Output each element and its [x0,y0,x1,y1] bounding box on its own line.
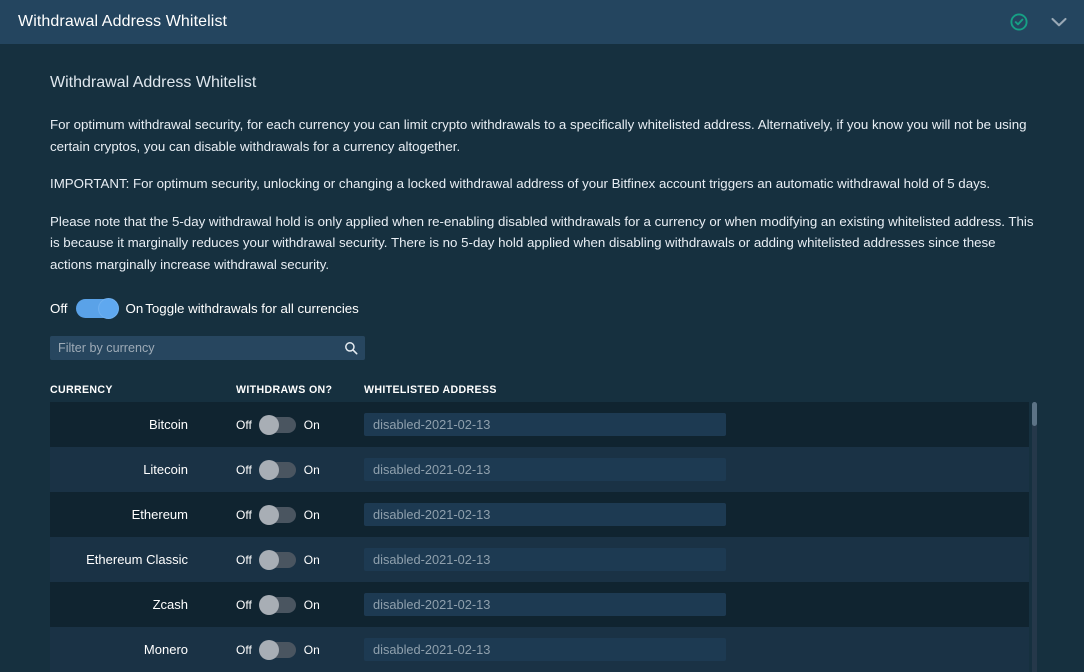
row-toggle-knob [258,414,279,435]
window-titlebar: Withdrawal Address Whitelist [0,0,1084,44]
row-toggle-on-label: On [303,462,320,477]
row-toggle-off-label: Off [236,552,252,567]
table-row: Monero Off On [50,627,1029,672]
table-row: Litecoin Off On [50,447,1029,493]
row-toggle-off-label: Off [236,597,252,612]
column-header-currency: CURRENCY [50,384,113,397]
row-toggle-off-label: Off [236,462,252,477]
currency-name: Monero [143,642,188,658]
whitelisted-address-input[interactable] [364,503,726,527]
withdraws-toggle-cell: Off On [236,594,364,615]
filter-field-wrapper [50,336,365,361]
row-toggle-knob [258,459,279,480]
table-header-row: CURRENCY WITHDRAWS ON? WHITELISTED ADDRE… [50,384,1034,396]
row-toggle-knob [258,549,279,570]
chevron-down-icon[interactable] [1050,16,1068,28]
row-toggle-knob [258,504,279,525]
currency-name: Zcash [152,597,188,613]
row-toggle-on-label: On [303,642,320,657]
whitelisted-address-input[interactable] [364,458,726,482]
table-scrollbar-track[interactable] [1032,402,1037,672]
intro-paragraph: For optimum withdrawal security, for eac… [50,117,1027,154]
withdraws-toggle-cell: Off On [236,504,364,525]
whitelisted-address-cell [364,638,1029,662]
row-toggle-on-label: On [303,552,320,567]
row-withdraws-toggle[interactable] [258,504,296,525]
note-paragraph: Please note that the 5-day withdrawal ho… [50,213,1034,272]
withdraws-toggle-cell: Off On [236,414,364,435]
whitelisted-address-input[interactable] [364,638,726,662]
page-title: Withdrawal Address Whitelist [50,74,257,91]
currency-name: Ethereum [131,507,188,523]
row-withdraws-toggle[interactable] [258,594,296,615]
currency-filter-input[interactable] [50,336,365,361]
master-toggle-switch[interactable] [75,298,119,320]
row-toggle-off-label: Off [236,417,252,432]
column-header-withdraws-on: WITHDRAWS ON? [236,384,333,397]
page-body: Withdrawal Address Whitelist For optimum… [0,44,1084,672]
row-toggle-off-label: Off [236,507,252,522]
row-toggle-knob [258,639,279,660]
whitelisted-address-input[interactable] [364,413,726,437]
row-toggle-on-label: On [303,597,320,612]
master-toggle-on-label: On [125,301,144,317]
master-toggle-caption: Toggle withdrawals for all currencies [145,301,359,317]
row-withdraws-toggle[interactable] [258,414,296,435]
table-scrollbar-thumb[interactable] [1032,402,1037,427]
currency-name: Ethereum Classic [86,552,188,568]
table-row: Bitcoin Off On [50,402,1029,448]
withdraws-toggle-cell: Off On [236,459,364,480]
content-area: Withdrawal Address Whitelist For optimum… [0,44,1084,672]
master-toggle-row: Off On Toggle withdrawals for all curren… [38,298,1034,320]
whitelisted-address-cell [364,593,1029,617]
whitelisted-address-cell [364,413,1029,437]
table-row: Ethereum Classic Off On [50,537,1029,583]
master-toggle-knob [97,298,119,320]
check-circle-icon[interactable] [1010,13,1028,31]
row-toggle-knob [258,594,279,615]
withdraws-toggle-cell: Off On [236,639,364,660]
whitelisted-address-input[interactable] [364,548,726,572]
window-title: Withdrawal Address Whitelist [18,13,228,30]
row-withdraws-toggle[interactable] [258,549,296,570]
table-row: Ethereum Off On [50,492,1029,538]
currency-table-rows: BitcoinOffOnLitecoinOffOnEthereumOffOnEt… [50,402,1029,672]
row-withdraws-toggle[interactable] [258,639,296,660]
whitelisted-address-cell [364,503,1029,527]
table-row: Zcash Off On [50,582,1029,628]
master-toggle-off-label: Off [50,301,68,317]
search-icon[interactable] [344,341,358,355]
whitelisted-address-input[interactable] [364,593,726,617]
whitelisted-address-cell [364,458,1029,482]
important-paragraph: IMPORTANT: For optimum security, unlocki… [50,176,991,192]
row-toggle-on-label: On [303,417,320,432]
withdraws-toggle-cell: Off On [236,549,364,570]
currency-name: Bitcoin [148,417,188,433]
row-toggle-on-label: On [303,507,320,522]
column-header-whitelisted-address: WHITELISTED ADDRESS [364,384,497,397]
row-toggle-off-label: Off [236,642,252,657]
currency-table: BitcoinOffOnLitecoinOffOnEthereumOffOnEt… [48,402,1037,672]
titlebar-actions [1010,13,1068,31]
row-withdraws-toggle[interactable] [258,459,296,480]
currency-name: Litecoin [143,462,188,478]
whitelisted-address-cell [364,548,1029,572]
